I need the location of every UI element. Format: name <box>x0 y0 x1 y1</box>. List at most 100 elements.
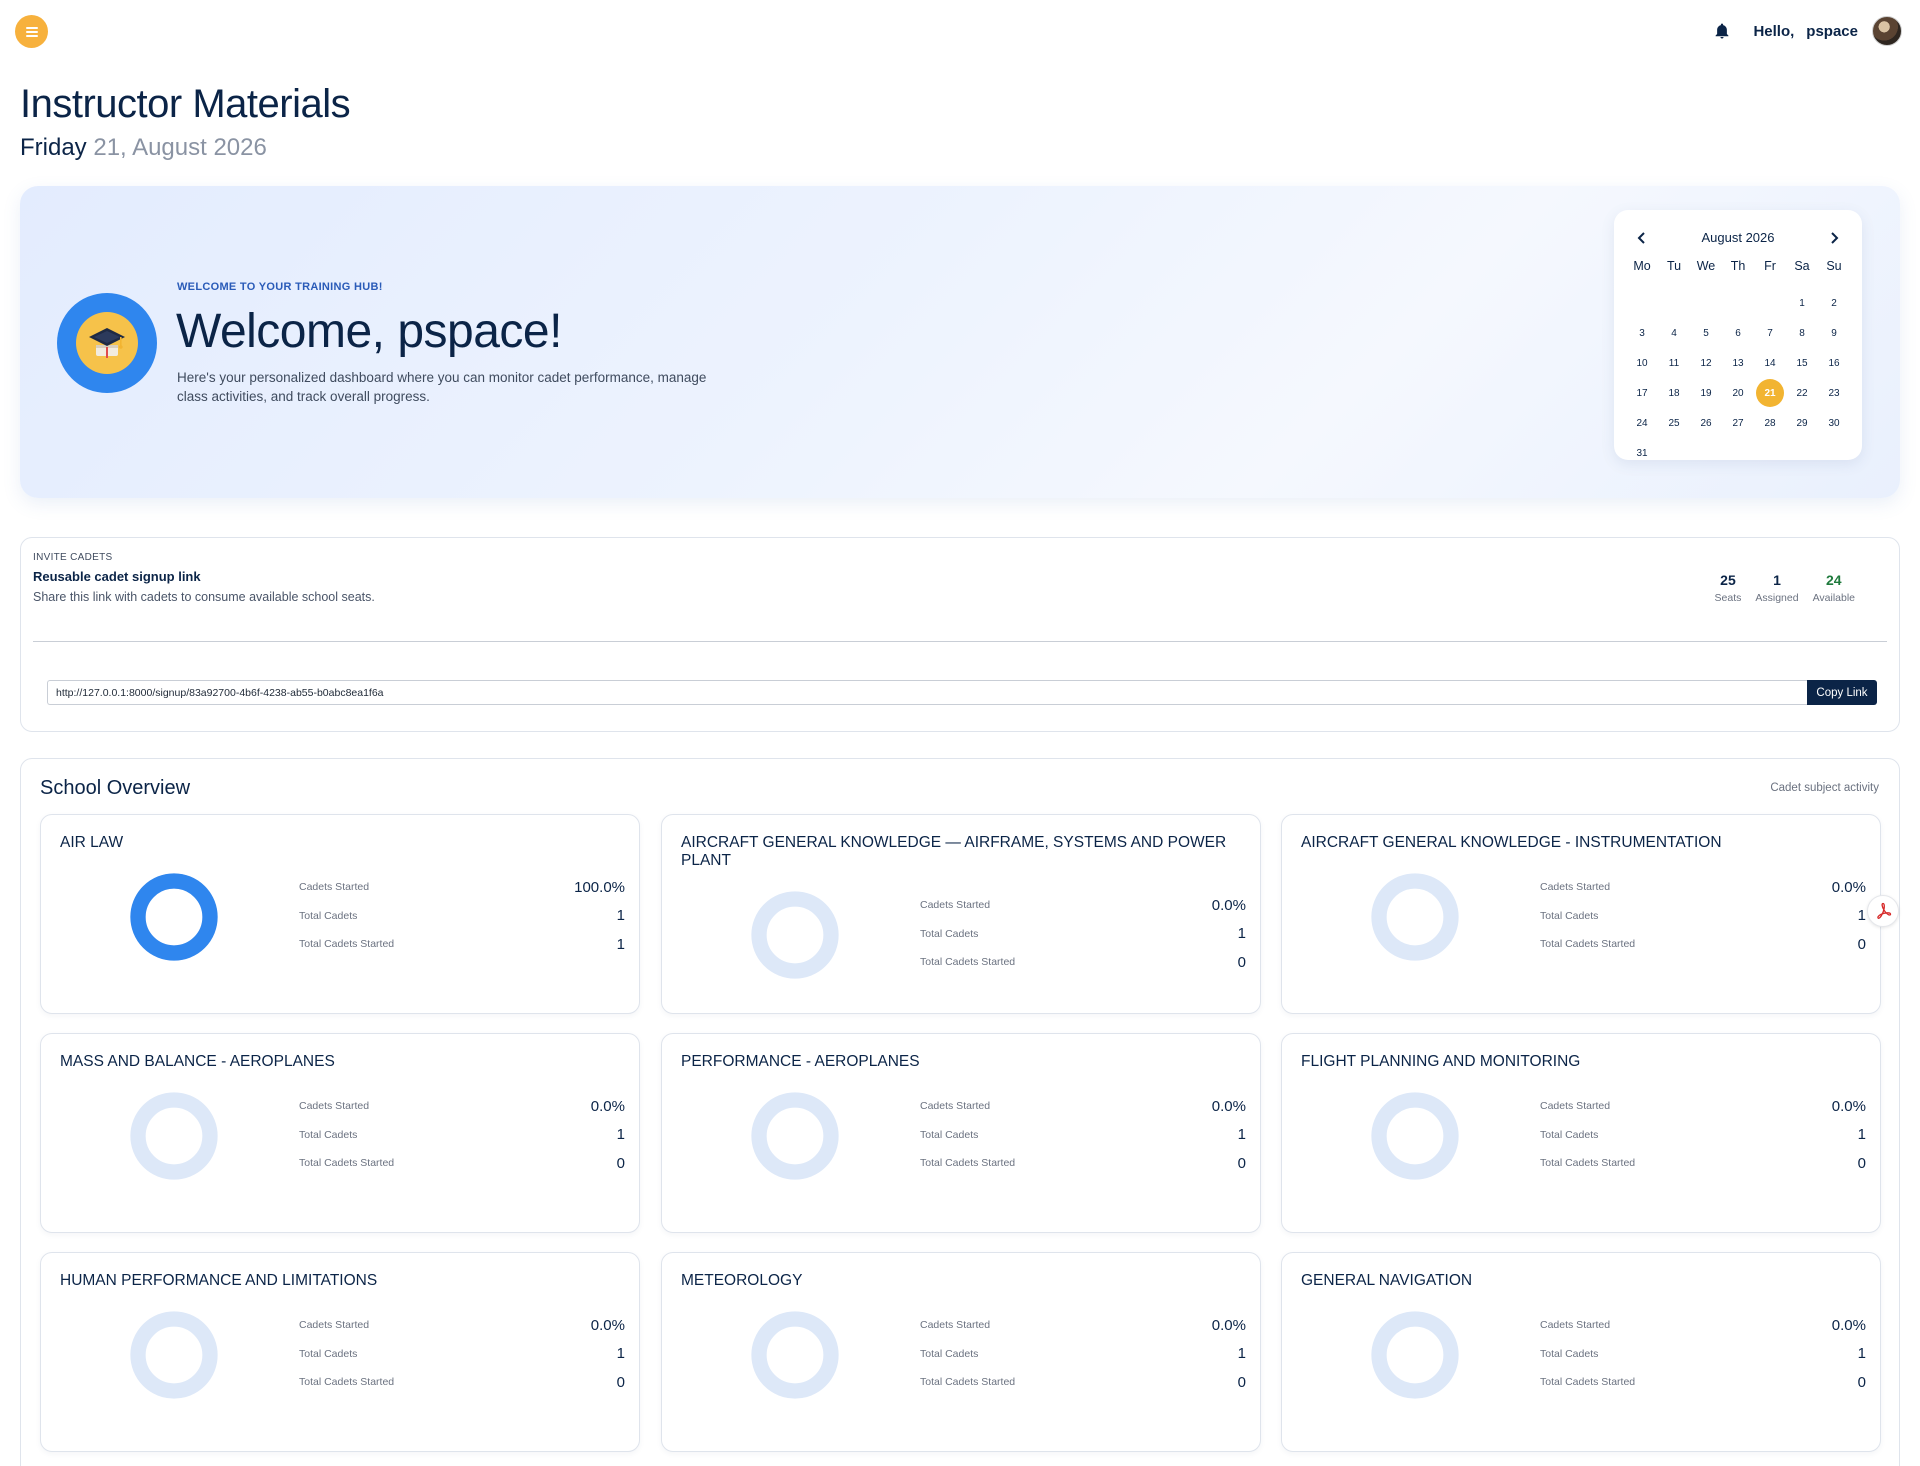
calendar-day[interactable]: 20 <box>1722 378 1754 408</box>
total-cadets-started-row: Total Cadets Started 0 <box>1540 930 1866 959</box>
seat-stat-label: Assigned <box>1755 592 1799 604</box>
copy-link-button[interactable]: Copy Link <box>1807 680 1877 705</box>
calendar-day[interactable]: 8 <box>1786 318 1818 348</box>
calendar-day[interactable]: 30 <box>1818 408 1850 438</box>
subject-stats: Cadets Started 0.0% Total Cadets 1 Total Cad… <box>299 1311 625 1397</box>
subject-title: MASS AND BALANCE - AEROPLANES <box>60 1053 335 1070</box>
total-cadets-started-row: Total Cadets Started 1 <box>299 930 625 959</box>
stat-label: Total Cadets Started <box>299 1157 395 1170</box>
calendar-day[interactable]: 15 <box>1786 348 1818 378</box>
seat-stat-label: Seats <box>1714 592 1742 604</box>
subject-stats: Cadets Started 0.0% Total Cadets 1 Total Cad… <box>299 1092 625 1178</box>
avatar[interactable] <box>1872 16 1902 46</box>
calendar-day[interactable]: 3 <box>1626 318 1658 348</box>
calendar-next-button[interactable] <box>1824 228 1844 248</box>
cadet-subject-activity-link[interactable]: Cadet subject activity <box>1770 782 1879 794</box>
username-text: pspace <box>1806 22 1858 40</box>
calendar-day[interactable]: 11 <box>1658 348 1690 378</box>
calendar-day[interactable]: 16 <box>1818 348 1850 378</box>
calendar-day-number: 31 <box>1636 447 1648 459</box>
subject-card[interactable]: FLIGHT PLANNING AND MONITORING Cadets Sta… <box>1281 1033 1881 1233</box>
subject-card[interactable]: GENERAL NAVIGATION Cadets Started 0.0% Tota… <box>1281 1252 1881 1452</box>
calendar-day[interactable]: 19 <box>1690 378 1722 408</box>
calendar-day[interactable]: 4 <box>1658 318 1690 348</box>
menu-button[interactable] <box>15 15 48 48</box>
school-overview-title: School Overview <box>40 777 191 799</box>
invite-cadets-card: INVITE CADETS Reusable cadet signup link… <box>20 537 1900 732</box>
bell-icon[interactable] <box>1713 21 1731 41</box>
pdf-icon[interactable] <box>1867 895 1899 927</box>
seat-stat-assigned: 1 Assigned <box>1755 572 1798 604</box>
calendar-day[interactable]: 21 <box>1754 378 1786 408</box>
calendar-day[interactable]: 27 <box>1722 408 1754 438</box>
subject-stats: Cadets Started 0.0% Total Cadets 1 Total Cad… <box>1540 873 1866 959</box>
calendar-day-number: 28 <box>1764 417 1776 429</box>
total-cadets-row: Total Cadets 1 <box>1540 1340 1866 1369</box>
calendar-day[interactable]: 28 <box>1754 408 1786 438</box>
stat-label: Total Cadets Started <box>1540 938 1636 951</box>
subject-title: PERFORMANCE - AEROPLANES <box>681 1053 920 1070</box>
subject-donut-chart <box>1371 873 1459 961</box>
greeting-text: Hello, <box>1753 22 1795 40</box>
calendar-day-number: 27 <box>1732 417 1744 429</box>
calendar-day[interactable]: 5 <box>1690 318 1722 348</box>
total-cadets-row: Total Cadets 1 <box>1540 902 1866 931</box>
calendar-grid: Mo Tu We Th Fr Sa Su 1 2 3 4 5 6 7 8 9 10 11 12 13 14 15 16 17 1… <box>1626 258 1850 468</box>
calendar-day[interactable]: 25 <box>1658 408 1690 438</box>
calendar-day-number: 8 <box>1799 327 1805 339</box>
subject-card[interactable]: AIRCRAFT GENERAL KNOWLEDGE - INSTRUMENTA… <box>1281 814 1881 1014</box>
calendar-day[interactable]: 9 <box>1818 318 1850 348</box>
calendar-day[interactable]: 26 <box>1690 408 1722 438</box>
calendar-day-number: 18 <box>1668 387 1680 399</box>
subject-card[interactable]: PERFORMANCE - AEROPLANES Cadets Started 0.… <box>661 1033 1261 1233</box>
stat-label: Total Cadets <box>1540 1128 1599 1141</box>
stat-label: Total Cadets <box>299 909 358 922</box>
donut-track <box>1371 1311 1459 1399</box>
calendar-day[interactable]: 17 <box>1626 378 1658 408</box>
donut-track <box>130 1311 218 1399</box>
calendar-day[interactable]: 18 <box>1658 378 1690 408</box>
donut-track <box>1371 873 1459 961</box>
subject-card[interactable]: MASS AND BALANCE - AEROPLANES Cadets Star… <box>40 1033 640 1233</box>
calendar-day-number: 25 <box>1668 417 1680 429</box>
calendar-day[interactable]: 29 <box>1786 408 1818 438</box>
calendar-day-number: 10 <box>1636 357 1648 369</box>
graduation-cap-icon <box>89 328 125 358</box>
stat-value: 1 <box>1237 925 1246 943</box>
subject-card[interactable]: AIR LAW Cadets Started 100.0% Total Cadets 1… <box>40 814 640 1014</box>
stat-value: 100.0% <box>574 878 625 896</box>
stat-value: 0.0% <box>590 1316 625 1334</box>
subject-donut-chart <box>751 1311 839 1399</box>
calendar-weekday: Fr <box>1764 259 1776 273</box>
subject-title: FLIGHT PLANNING AND MONITORING <box>1301 1053 1581 1070</box>
calendar-day[interactable]: 1 <box>1786 288 1818 318</box>
subject-card[interactable]: AIRCRAFT GENERAL KNOWLEDGE — AIRFRAME, S… <box>661 814 1261 1014</box>
total-cadets-row: Total Cadets 1 <box>920 920 1246 949</box>
calendar-day[interactable]: 6 <box>1722 318 1754 348</box>
subject-title: METEOROLOGY <box>681 1272 803 1289</box>
calendar-day[interactable]: 7 <box>1754 318 1786 348</box>
invite-title: Reusable cadet signup link <box>33 569 201 584</box>
calendar-day[interactable]: 23 <box>1818 378 1850 408</box>
calendar-day[interactable]: 13 <box>1722 348 1754 378</box>
hamburger-icon <box>25 26 38 37</box>
calendar-day[interactable]: 22 <box>1786 378 1818 408</box>
calendar-day[interactable]: 2 <box>1818 288 1850 318</box>
calendar-day[interactable]: 10 <box>1626 348 1658 378</box>
calendar-day[interactable]: 14 <box>1754 348 1786 378</box>
subject-donut-chart <box>130 1311 218 1399</box>
signup-link-input[interactable] <box>47 680 1807 705</box>
stat-label: Total Cadets <box>920 927 979 940</box>
welcome-hero: WELCOME TO YOUR TRAINING HUB! Welcome, p… <box>20 186 1900 498</box>
calendar-day[interactable]: 24 <box>1626 408 1658 438</box>
calendar-day[interactable]: 12 <box>1690 348 1722 378</box>
calendar-day[interactable]: 31 <box>1626 438 1658 468</box>
subject-donut-chart <box>130 1092 218 1180</box>
top-bar: Hello, pspace <box>0 0 1920 62</box>
subject-card[interactable]: HUMAN PERFORMANCE AND LIMITATIONS Cadets … <box>40 1252 640 1452</box>
calendar-day-number: 17 <box>1636 387 1648 399</box>
stat-label: Cadets Started <box>299 881 370 894</box>
cadets-started-row: Cadets Started 0.0% <box>1540 1311 1866 1340</box>
page-title: Instructor Materials <box>20 82 351 126</box>
subject-card[interactable]: METEOROLOGY Cadets Started 0.0% Total Cadet… <box>661 1252 1261 1452</box>
